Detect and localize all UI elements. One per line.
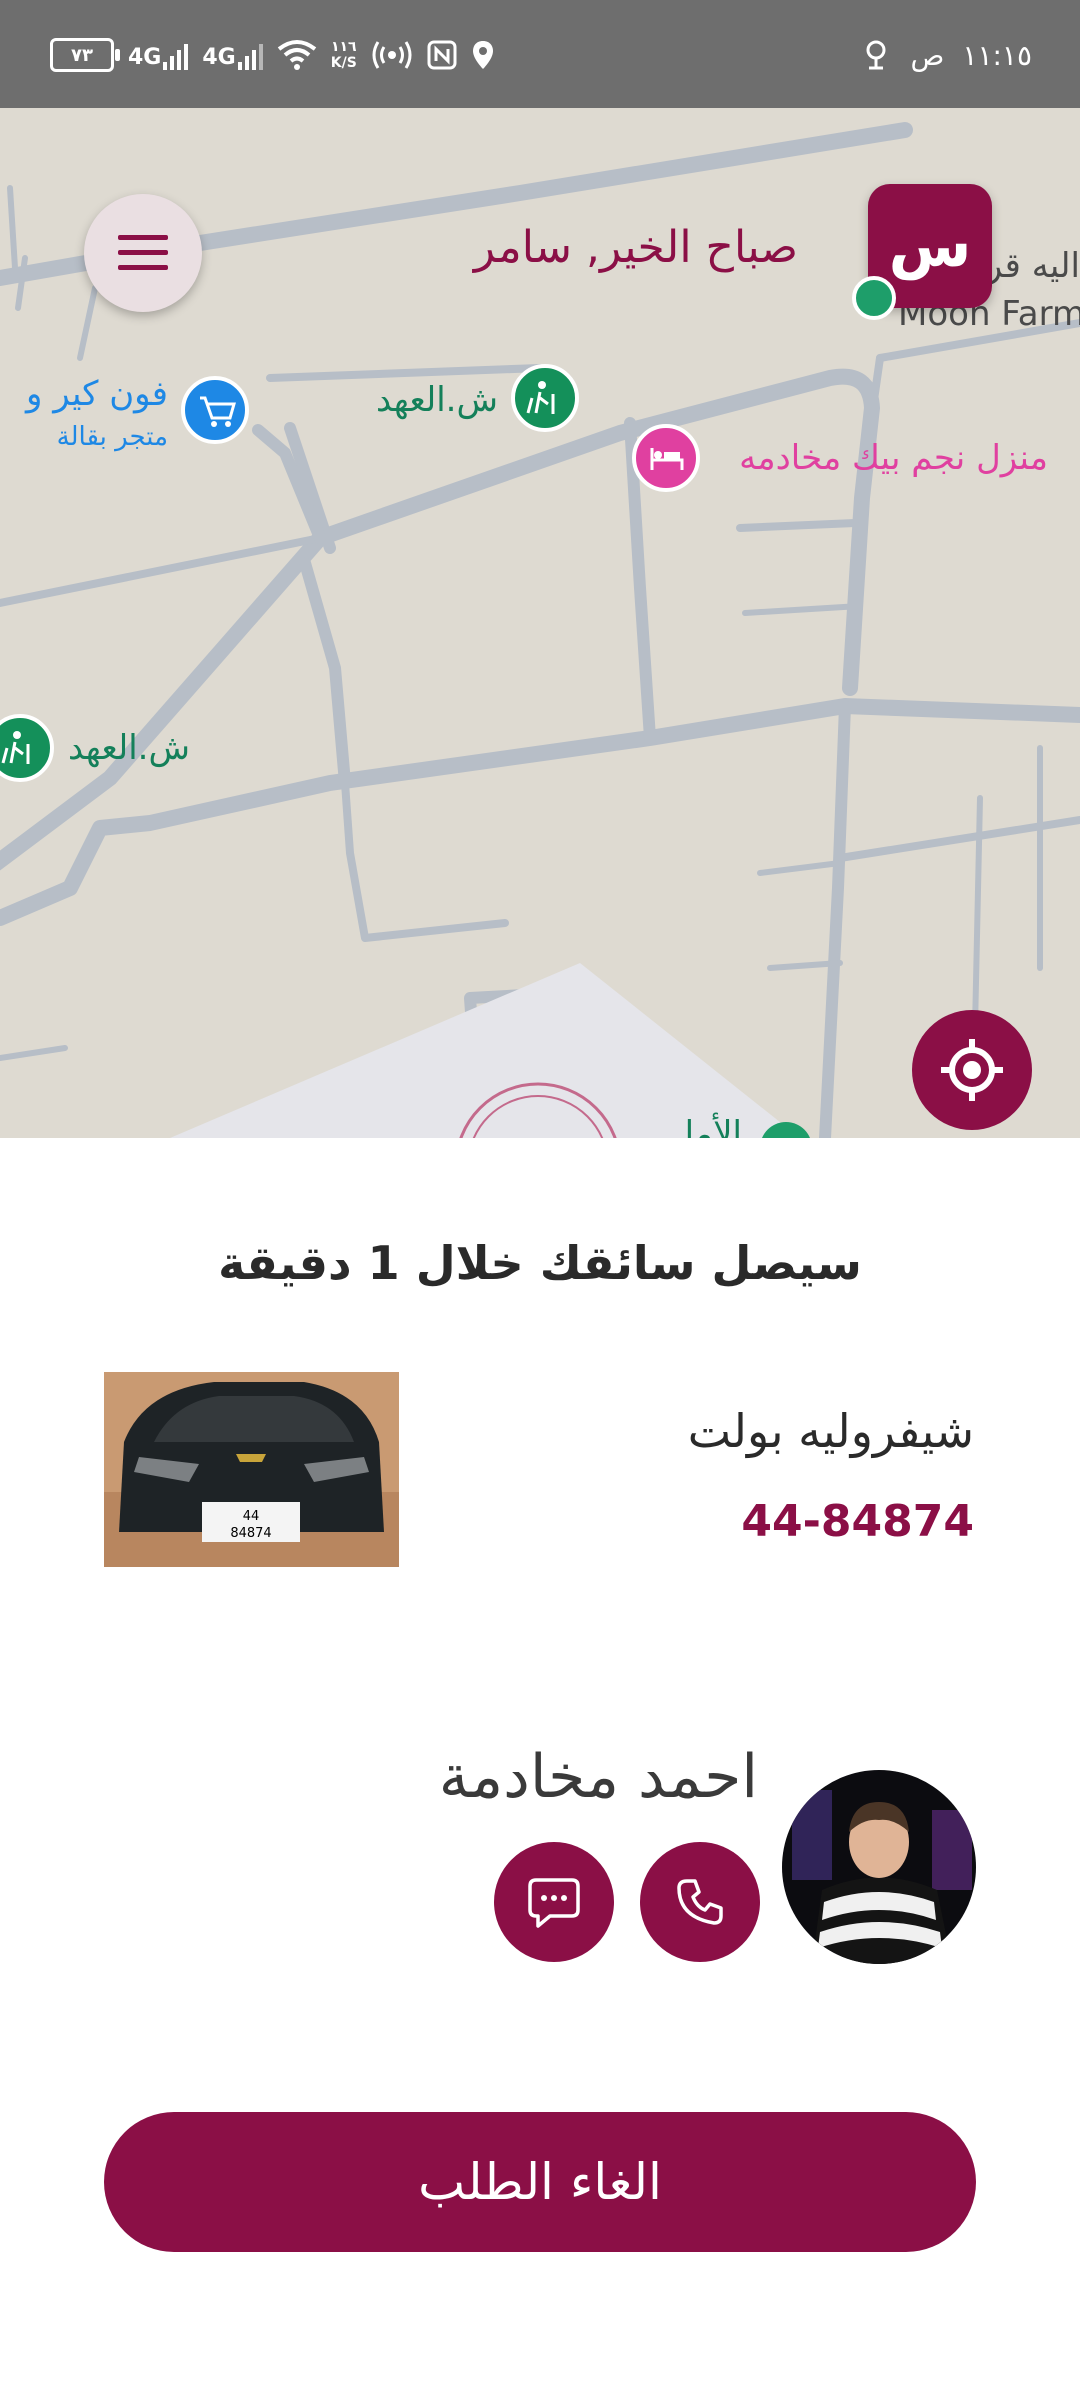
shopping-cart-icon[interactable]	[181, 376, 249, 444]
current-location-dot	[852, 276, 896, 320]
map-label-place: اليه قر	[985, 246, 1080, 286]
battery-level: ٧٣	[71, 44, 93, 66]
hiking-icon[interactable]	[0, 714, 54, 782]
car-photo: 44 84874	[104, 1372, 399, 1567]
status-bar-right: ١١:١٥ ص	[859, 30, 1032, 80]
signal-2: 4G	[202, 40, 263, 70]
status-bar-left: ٧٣ 4G 4G ١١٦ K/S	[50, 30, 495, 80]
clock-ampm: ص	[910, 38, 945, 72]
network-type-2: 4G	[202, 45, 236, 70]
signal-bars-icon	[237, 40, 263, 70]
network-speed: ١١٦ K/S	[331, 39, 357, 71]
network-type-1: 4G	[128, 45, 162, 70]
eta-text: سيصل سائقك خلال 1 دقيقة	[218, 1236, 862, 1290]
cancel-request-button[interactable]: الغاء الطلب	[104, 2112, 976, 2252]
map-label-street: ش.العهد	[375, 380, 498, 420]
car-model: شيفروليه بولت	[687, 1404, 974, 1458]
app-notification-icon	[866, 40, 886, 70]
location-pin-icon	[472, 41, 493, 69]
greeting-text: صباح الخير, سامر	[473, 222, 798, 273]
map-label-shop: فون كير و	[25, 374, 168, 414]
map-label-house: منزل نجم بيك مخادمه	[739, 438, 1048, 478]
nfc-icon	[427, 40, 457, 70]
map-label-bottom: الأمل	[669, 1114, 742, 1138]
car-plate-number: 44-84874	[741, 1496, 974, 1547]
battery-icon: ٧٣	[50, 38, 120, 72]
menu-button[interactable]	[84, 194, 202, 312]
menu-icon	[118, 235, 168, 270]
locate-icon	[941, 1039, 1003, 1101]
wifi-icon	[277, 40, 316, 70]
bed-icon[interactable]	[632, 424, 700, 492]
plate-bottom-text: 84874	[230, 1526, 271, 1541]
hotspot-icon	[372, 41, 412, 69]
signal-bars-icon	[163, 40, 189, 70]
locate-me-button[interactable]	[912, 1010, 1032, 1130]
phone-icon	[677, 1879, 723, 1925]
speed-value: ١١٦	[330, 39, 357, 55]
hiking-icon[interactable]	[511, 364, 579, 432]
status-bar: ٧٣ 4G 4G ١١٦ K/S ١١:١٥ ص	[0, 0, 1080, 108]
driver-name: احمد مخادمة	[438, 1742, 758, 1812]
map-label-street: ش.العهد	[67, 728, 190, 768]
signal-1: 4G	[128, 40, 189, 70]
speed-unit: K/S	[330, 55, 357, 71]
chat-icon	[528, 1878, 580, 1928]
chat-driver-button[interactable]	[494, 1842, 614, 1962]
call-driver-button[interactable]	[640, 1842, 760, 1962]
map-label-shop-category: متجر بقالة	[56, 422, 168, 452]
driver-avatar	[782, 1770, 976, 1964]
plate-top-text: 44	[243, 1509, 260, 1524]
clock-time: ١١:١٥	[962, 38, 1032, 72]
